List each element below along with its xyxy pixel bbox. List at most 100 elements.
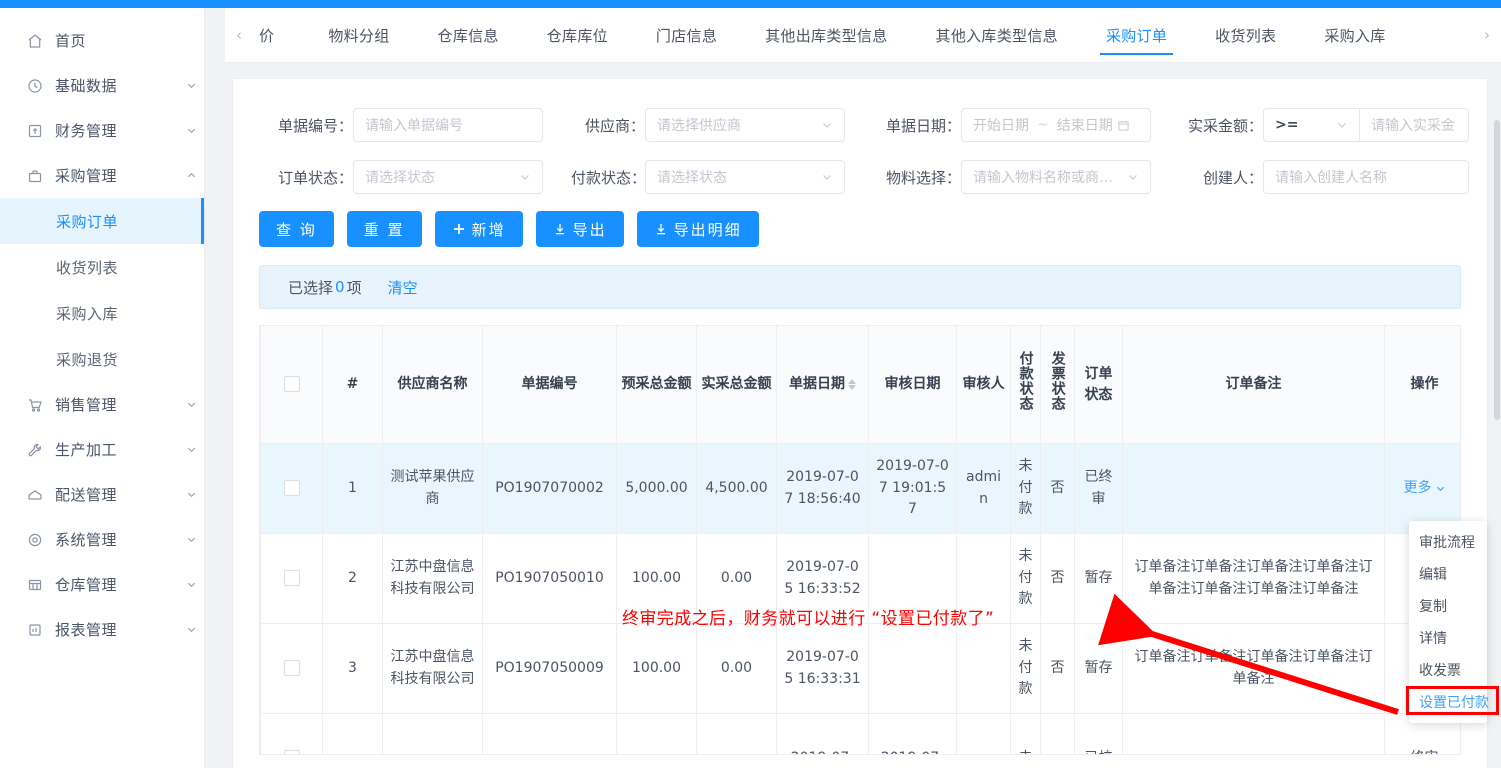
chevron-down-icon[interactable] <box>178 624 204 635</box>
tab-store-info[interactable]: 门店信息 <box>632 8 741 62</box>
chevron-down-icon[interactable] <box>178 444 204 455</box>
header-remark: 订单备注 <box>1122 325 1385 444</box>
row-checkbox-cell[interactable] <box>260 623 323 714</box>
row-doc-no-link[interactable] <box>482 713 617 754</box>
header-doc-date[interactable]: 单据日期 <box>776 325 869 444</box>
tab-purchase-order[interactable]: 采购订单 <box>1082 8 1191 62</box>
sidebar-item-report[interactable]: 报表管理 <box>0 607 204 652</box>
chevron-down-icon[interactable] <box>178 80 204 91</box>
row-index <box>322 713 383 754</box>
sidebar-item-delivery[interactable]: 配送管理 <box>0 472 204 517</box>
row-checkbox[interactable] <box>283 569 300 586</box>
doc-date-range-picker[interactable]: 开始日期 ~ 结束日期 <box>961 108 1151 142</box>
header-select-all[interactable] <box>260 325 323 444</box>
dropdown-item-set-paid[interactable]: 设置已付款 <box>1409 686 1489 718</box>
tab-other-inbound-type[interactable]: 其他入库类型信息 <box>912 8 1082 62</box>
row-index: 2 <box>322 533 383 624</box>
chevron-up-icon[interactable] <box>178 170 204 181</box>
row-pay-status: 未 <box>1010 713 1041 754</box>
sidebar-item-label: 基础数据 <box>55 77 118 95</box>
clear-selection-button[interactable]: 清空 <box>388 277 418 298</box>
chevron-down-icon[interactable] <box>178 125 204 136</box>
sidebar-item-warehouse[interactable]: 仓库管理 <box>0 562 204 607</box>
creator-placeholder: 请输入创建人名称 <box>1275 170 1387 186</box>
more-actions-button[interactable]: 更多 <box>1404 478 1446 500</box>
chevron-down-icon[interactable] <box>178 489 204 500</box>
tab-purchase-inbound[interactable]: 采购入库 <box>1300 8 1409 62</box>
dropdown-item-approval-flow[interactable]: 审批流程 <box>1409 526 1487 558</box>
row-doc-no-link[interactable]: PO1907070002 <box>482 443 617 534</box>
tab-warehouse-info[interactable]: 仓库信息 <box>414 8 523 62</box>
row-checkbox-cell[interactable] <box>260 443 323 534</box>
dropdown-item-copy[interactable]: 复制 <box>1409 590 1487 622</box>
sidebar-item-purchase-return[interactable]: 采购退货 <box>0 336 204 382</box>
row-checkbox[interactable] <box>283 659 300 676</box>
sidebar-item-production[interactable]: 生产加工 <box>0 427 204 472</box>
sidebar-item-finance[interactable]: 财务管理 <box>0 108 204 153</box>
row-auditor <box>956 623 1011 714</box>
download-icon <box>553 222 567 236</box>
warehouse-icon <box>26 576 44 594</box>
tab-other-outbound-type[interactable]: 其他出库类型信息 <box>741 8 911 62</box>
sidebar-item-sales[interactable]: 销售管理 <box>0 382 204 427</box>
sort-icon[interactable] <box>848 378 856 390</box>
row-checkbox-cell[interactable] <box>260 713 323 754</box>
page-scrollbar[interactable] <box>1493 0 1501 768</box>
tab-price[interactable]: 价 <box>253 8 304 62</box>
sidebar-item-purchase-order[interactable]: 采购订单 <box>0 198 204 244</box>
doc-no-input[interactable]: 请输入单据编号 <box>353 108 543 142</box>
supplier-select[interactable]: 请选择供应商 <box>645 108 845 142</box>
select-all-checkbox[interactable] <box>283 376 300 393</box>
sidebar-item-receipt-list[interactable]: 收货列表 <box>0 244 204 290</box>
sidebar-item-purchase[interactable]: 采购管理 <box>0 153 204 198</box>
row-actual-amount: 4,500.00 <box>696 443 777 534</box>
row-checkbox-cell[interactable] <box>260 533 323 624</box>
export-button[interactable]: 导出 <box>535 211 624 247</box>
actual-amount-input[interactable]: 请输入实采金 <box>1359 108 1469 142</box>
row-doc-no-link[interactable]: PO1907050009 <box>482 623 617 714</box>
tab-label: 其他入库类型信息 <box>935 26 1058 45</box>
chevron-down-icon[interactable] <box>178 399 204 410</box>
row-remark: 订单备注订单备注订单备注订单备注订单备注 <box>1122 623 1385 714</box>
header-supplier: 供应商名称 <box>382 325 483 444</box>
row-index: 1 <box>322 443 383 534</box>
pay-status-select[interactable]: 请选择状态 <box>645 160 845 194</box>
table-row[interactable]: 1 测试苹果供应商 PO1907070002 5,000.00 4,500.00… <box>260 443 1460 534</box>
row-doc-no-link[interactable]: PO1907050010 <box>482 533 617 624</box>
table-header-row: # 供应商名称 单据编号 预采总金额 实采总金额 单据日期 审核日期 审核人 付… <box>260 325 1460 444</box>
tab-warehouse-location[interactable]: 仓库库位 <box>523 8 632 62</box>
sidebar-item-basic-data[interactable]: 基础数据 <box>0 63 204 108</box>
row-pre-amount: 100.00 <box>616 623 697 714</box>
dropdown-item-edit[interactable]: 编辑 <box>1409 558 1487 590</box>
orders-table: # 供应商名称 单据编号 预采总金额 实采总金额 单据日期 审核日期 审核人 付… <box>260 325 1460 754</box>
dropdown-item-detail[interactable]: 详情 <box>1409 622 1487 654</box>
row-checkbox[interactable] <box>283 479 300 496</box>
scrollbar-thumb[interactable] <box>1494 120 1500 420</box>
order-status-select[interactable]: 请选择状态 <box>353 160 543 194</box>
export-detail-button[interactable]: 导出明细 <box>636 211 759 247</box>
row-order-status: 暂存 <box>1074 623 1123 714</box>
chevron-down-icon[interactable] <box>178 579 204 590</box>
row-checkbox[interactable] <box>283 749 300 754</box>
creator-input[interactable]: 请输入创建人名称 <box>1263 160 1469 194</box>
material-select[interactable]: 请输入物料名称或商品... <box>961 160 1151 194</box>
row-pay-status: 未付款 <box>1010 623 1041 714</box>
row-index: 3 <box>322 623 383 714</box>
filter-row-2: 订单状态： 请选择状态 付款状态： 请选择状态 物料选择： 请输入物料名称或商品… <box>259 151 1469 203</box>
reset-button[interactable]: 重 置 <box>346 211 422 247</box>
tabs-scroll-left-icon[interactable]: ‹ <box>225 26 253 44</box>
table-row[interactable]: 3 江苏中盘信息科技有限公司 PO1907050009 100.00 0.00 … <box>260 623 1460 714</box>
header-auditor: 审核人 <box>956 325 1011 444</box>
sidebar-item-system[interactable]: 系统管理 <box>0 517 204 562</box>
chevron-down-icon[interactable] <box>178 534 204 545</box>
tab-receipt-list[interactable]: 收货列表 <box>1191 8 1300 62</box>
table-row[interactable]: 2019-07- 2019-07- 未 已校 终审 <box>260 713 1460 754</box>
add-button[interactable]: 新增 <box>434 211 523 247</box>
actual-amount-operator-select[interactable]: >= <box>1263 108 1359 142</box>
dropdown-item-receive-invoice[interactable]: 收发票 <box>1409 654 1487 686</box>
sidebar-item-home[interactable]: 首页 <box>0 18 204 63</box>
query-button[interactable]: 查 询 <box>259 211 334 247</box>
row-operation[interactable]: 更多 <box>1384 443 1460 534</box>
tab-material-group[interactable]: 物料分组 <box>304 8 413 62</box>
sidebar-item-purchase-inbound[interactable]: 采购入库 <box>0 290 204 336</box>
